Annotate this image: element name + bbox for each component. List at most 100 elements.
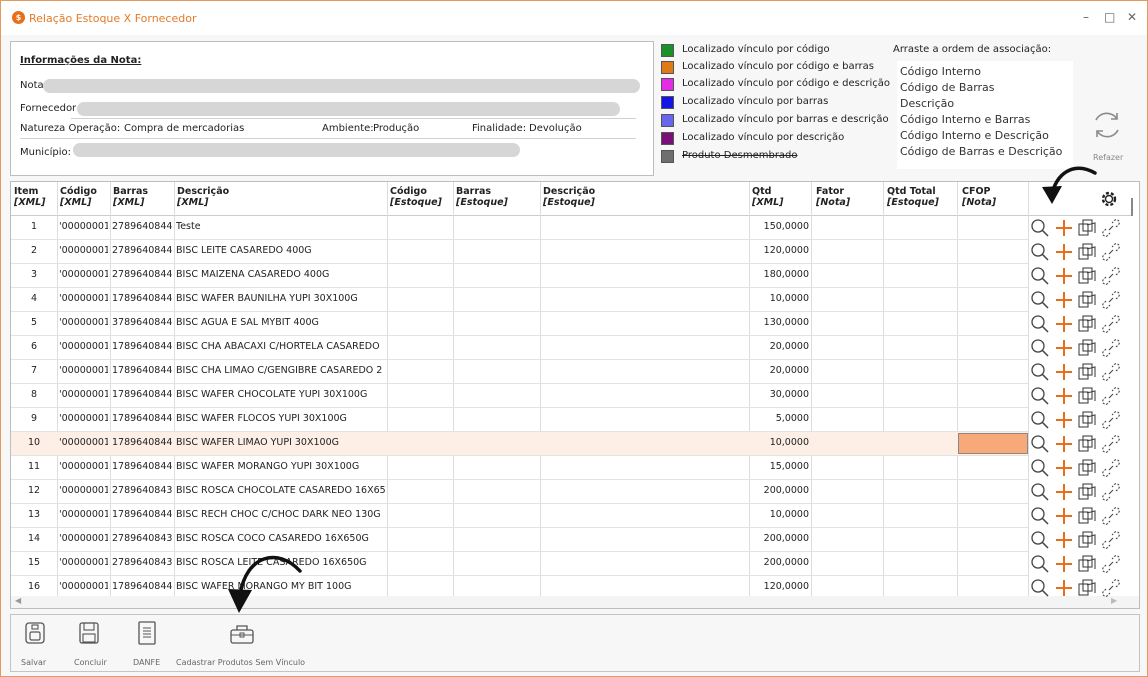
search-icon[interactable] <box>1029 289 1051 311</box>
order-item[interactable]: Descrição <box>900 97 954 110</box>
search-icon[interactable] <box>1029 409 1051 431</box>
search-icon[interactable] <box>1029 385 1051 407</box>
unlink-icon[interactable] <box>1100 265 1122 287</box>
salvar-button[interactable]: Salvar <box>15 619 55 671</box>
search-icon[interactable] <box>1029 529 1051 551</box>
col-descricao-xml[interactable]: Descrição [XML] <box>177 186 229 208</box>
scroll-left-icon[interactable]: ◀ <box>15 596 21 605</box>
unlink-icon[interactable] <box>1100 313 1122 335</box>
table-row[interactable]: 2 '00000001 2789640844 BISC LEITE CASAREDO … <box>11 240 1028 264</box>
table-row[interactable]: 15'00000001 2789640843 BISC ROSCA LEITE CA… <box>11 552 1028 576</box>
table-row[interactable]: 14 '00000001 2789640843 BISC ROSCA COCO CAS… <box>11 528 1028 552</box>
split-product-icon[interactable] <box>1076 481 1098 503</box>
table-row[interactable]: 5 '00000001 3789640844 BISC AGUA E SAL MYBI… <box>11 312 1028 336</box>
search-icon[interactable] <box>1029 481 1051 503</box>
search-icon[interactable] <box>1029 433 1051 455</box>
unlink-icon[interactable] <box>1100 361 1122 383</box>
add-icon[interactable] <box>1053 385 1075 407</box>
split-product-icon[interactable] <box>1076 385 1098 407</box>
add-icon[interactable] <box>1053 433 1075 455</box>
order-item[interactable]: Código de Barras <box>900 81 995 94</box>
unlink-icon[interactable] <box>1100 241 1122 263</box>
search-icon[interactable] <box>1029 337 1051 359</box>
table-row[interactable]: 7 '00000001 1789640844 BISC CHA LIMAO C/GEN… <box>11 360 1028 384</box>
split-product-icon[interactable] <box>1076 529 1098 551</box>
search-icon[interactable] <box>1029 457 1051 479</box>
add-icon[interactable] <box>1053 529 1075 551</box>
add-icon[interactable] <box>1053 553 1075 575</box>
split-product-icon[interactable] <box>1076 313 1098 335</box>
unlink-icon[interactable] <box>1100 385 1122 407</box>
table-row[interactable]: 8 '00000001 1789640844 BISC WAFER CHOCOLATE… <box>11 384 1028 408</box>
table-row[interactable]: 6 '00000001 1789640844 BISC CHA ABACAXI C/H… <box>11 336 1028 360</box>
table-row[interactable]: 9 '00000001 1789640844 BISC WAFER FLOCOS YU… <box>11 408 1028 432</box>
unlink-icon[interactable] <box>1100 481 1122 503</box>
col-fator-nota[interactable]: Fator [Nota] <box>816 186 850 208</box>
add-icon[interactable] <box>1053 265 1075 287</box>
unlink-icon[interactable] <box>1100 529 1122 551</box>
maximize-button[interactable]: □ <box>1104 10 1115 24</box>
col-barras-xml[interactable]: Barras [XML] <box>113 186 148 208</box>
col-item[interactable]: Item [XML] <box>14 186 46 208</box>
unlink-icon[interactable] <box>1100 553 1122 575</box>
gear-icon[interactable] <box>1099 189 1119 209</box>
table-row[interactable]: 11 '00000001 1789640844 BISC WAFER MORANGO … <box>11 456 1028 480</box>
col-descricao-estoque[interactable]: Descrição [Estoque] <box>543 186 595 208</box>
unlink-icon[interactable] <box>1100 289 1122 311</box>
split-product-icon[interactable] <box>1076 433 1098 455</box>
table-row[interactable]: 13 '00000001 1789640844 BISC RECH CHOC C/CH… <box>11 504 1028 528</box>
col-codigo-estoque[interactable]: Código [Estoque] <box>390 186 442 208</box>
table-row[interactable]: 10 '00000001 1789640844 BISC WAFER LIMAO YU… <box>11 432 1028 456</box>
add-icon[interactable] <box>1053 457 1075 479</box>
add-icon[interactable] <box>1053 577 1075 599</box>
split-product-icon[interactable] <box>1076 409 1098 431</box>
add-icon[interactable] <box>1053 361 1075 383</box>
add-icon[interactable] <box>1053 241 1075 263</box>
minimize-button[interactable]: – <box>1083 10 1089 24</box>
search-icon[interactable] <box>1029 577 1051 599</box>
add-icon[interactable] <box>1053 217 1075 239</box>
search-icon[interactable] <box>1029 361 1051 383</box>
add-icon[interactable] <box>1053 289 1075 311</box>
col-qtd-total-estoque[interactable]: Qtd Total [Estoque] <box>887 186 939 208</box>
table-row[interactable]: 4 '00000001 1789640844 BISC WAFER BAUNILHA … <box>11 288 1028 312</box>
unlink-icon[interactable] <box>1100 409 1122 431</box>
order-item[interactable]: Código de Barras e Descrição <box>900 145 1062 158</box>
table-row[interactable]: 3 '00000001 2789640844 BISC MAIZENA CASARED… <box>11 264 1028 288</box>
split-product-icon[interactable] <box>1076 289 1098 311</box>
col-cfop-nota[interactable]: CFOP [Nota] <box>962 186 996 208</box>
split-product-icon[interactable] <box>1076 553 1098 575</box>
split-product-icon[interactable] <box>1076 457 1098 479</box>
order-item[interactable]: Código Interno <box>900 65 981 78</box>
split-product-icon[interactable] <box>1076 577 1098 599</box>
order-item[interactable]: Código Interno e Descrição <box>900 129 1049 142</box>
split-product-icon[interactable] <box>1076 337 1098 359</box>
unlink-icon[interactable] <box>1100 217 1122 239</box>
add-icon[interactable] <box>1053 409 1075 431</box>
horizontal-scrollbar[interactable]: ◀ ▶ <box>11 596 1139 608</box>
col-codigo-xml[interactable]: Código [XML] <box>60 186 97 208</box>
unlink-icon[interactable] <box>1100 337 1122 359</box>
cadastrar-produtos-button[interactable]: Cadastrar Produtos Sem Vínculo <box>173 619 313 671</box>
cfop-cell-highlight[interactable] <box>958 433 1028 454</box>
refazer-button[interactable]: Refazer <box>1085 105 1131 169</box>
col-barras-estoque[interactable]: Barras [Estoque] <box>456 186 508 208</box>
unlink-icon[interactable] <box>1100 457 1122 479</box>
search-icon[interactable] <box>1029 265 1051 287</box>
split-product-icon[interactable] <box>1076 217 1098 239</box>
search-icon[interactable] <box>1029 505 1051 527</box>
add-icon[interactable] <box>1053 505 1075 527</box>
col-qtd-xml[interactable]: Qtd [XML] <box>752 186 784 208</box>
split-product-icon[interactable] <box>1076 361 1098 383</box>
search-icon[interactable] <box>1029 553 1051 575</box>
unlink-icon[interactable] <box>1100 433 1122 455</box>
order-item[interactable]: Código Interno e Barras <box>900 113 1030 126</box>
search-icon[interactable] <box>1029 241 1051 263</box>
table-row[interactable]: 12 '00000001 2789640843 BISC ROSCA CHOCOLAT… <box>11 480 1028 504</box>
add-icon[interactable] <box>1053 481 1075 503</box>
danfe-button[interactable]: DANFE <box>127 619 167 671</box>
search-icon[interactable] <box>1029 313 1051 335</box>
split-product-icon[interactable] <box>1076 241 1098 263</box>
association-order-list[interactable]: Código Interno Código de Barras Descriçã… <box>897 61 1073 169</box>
close-button[interactable]: ✕ <box>1127 10 1137 24</box>
